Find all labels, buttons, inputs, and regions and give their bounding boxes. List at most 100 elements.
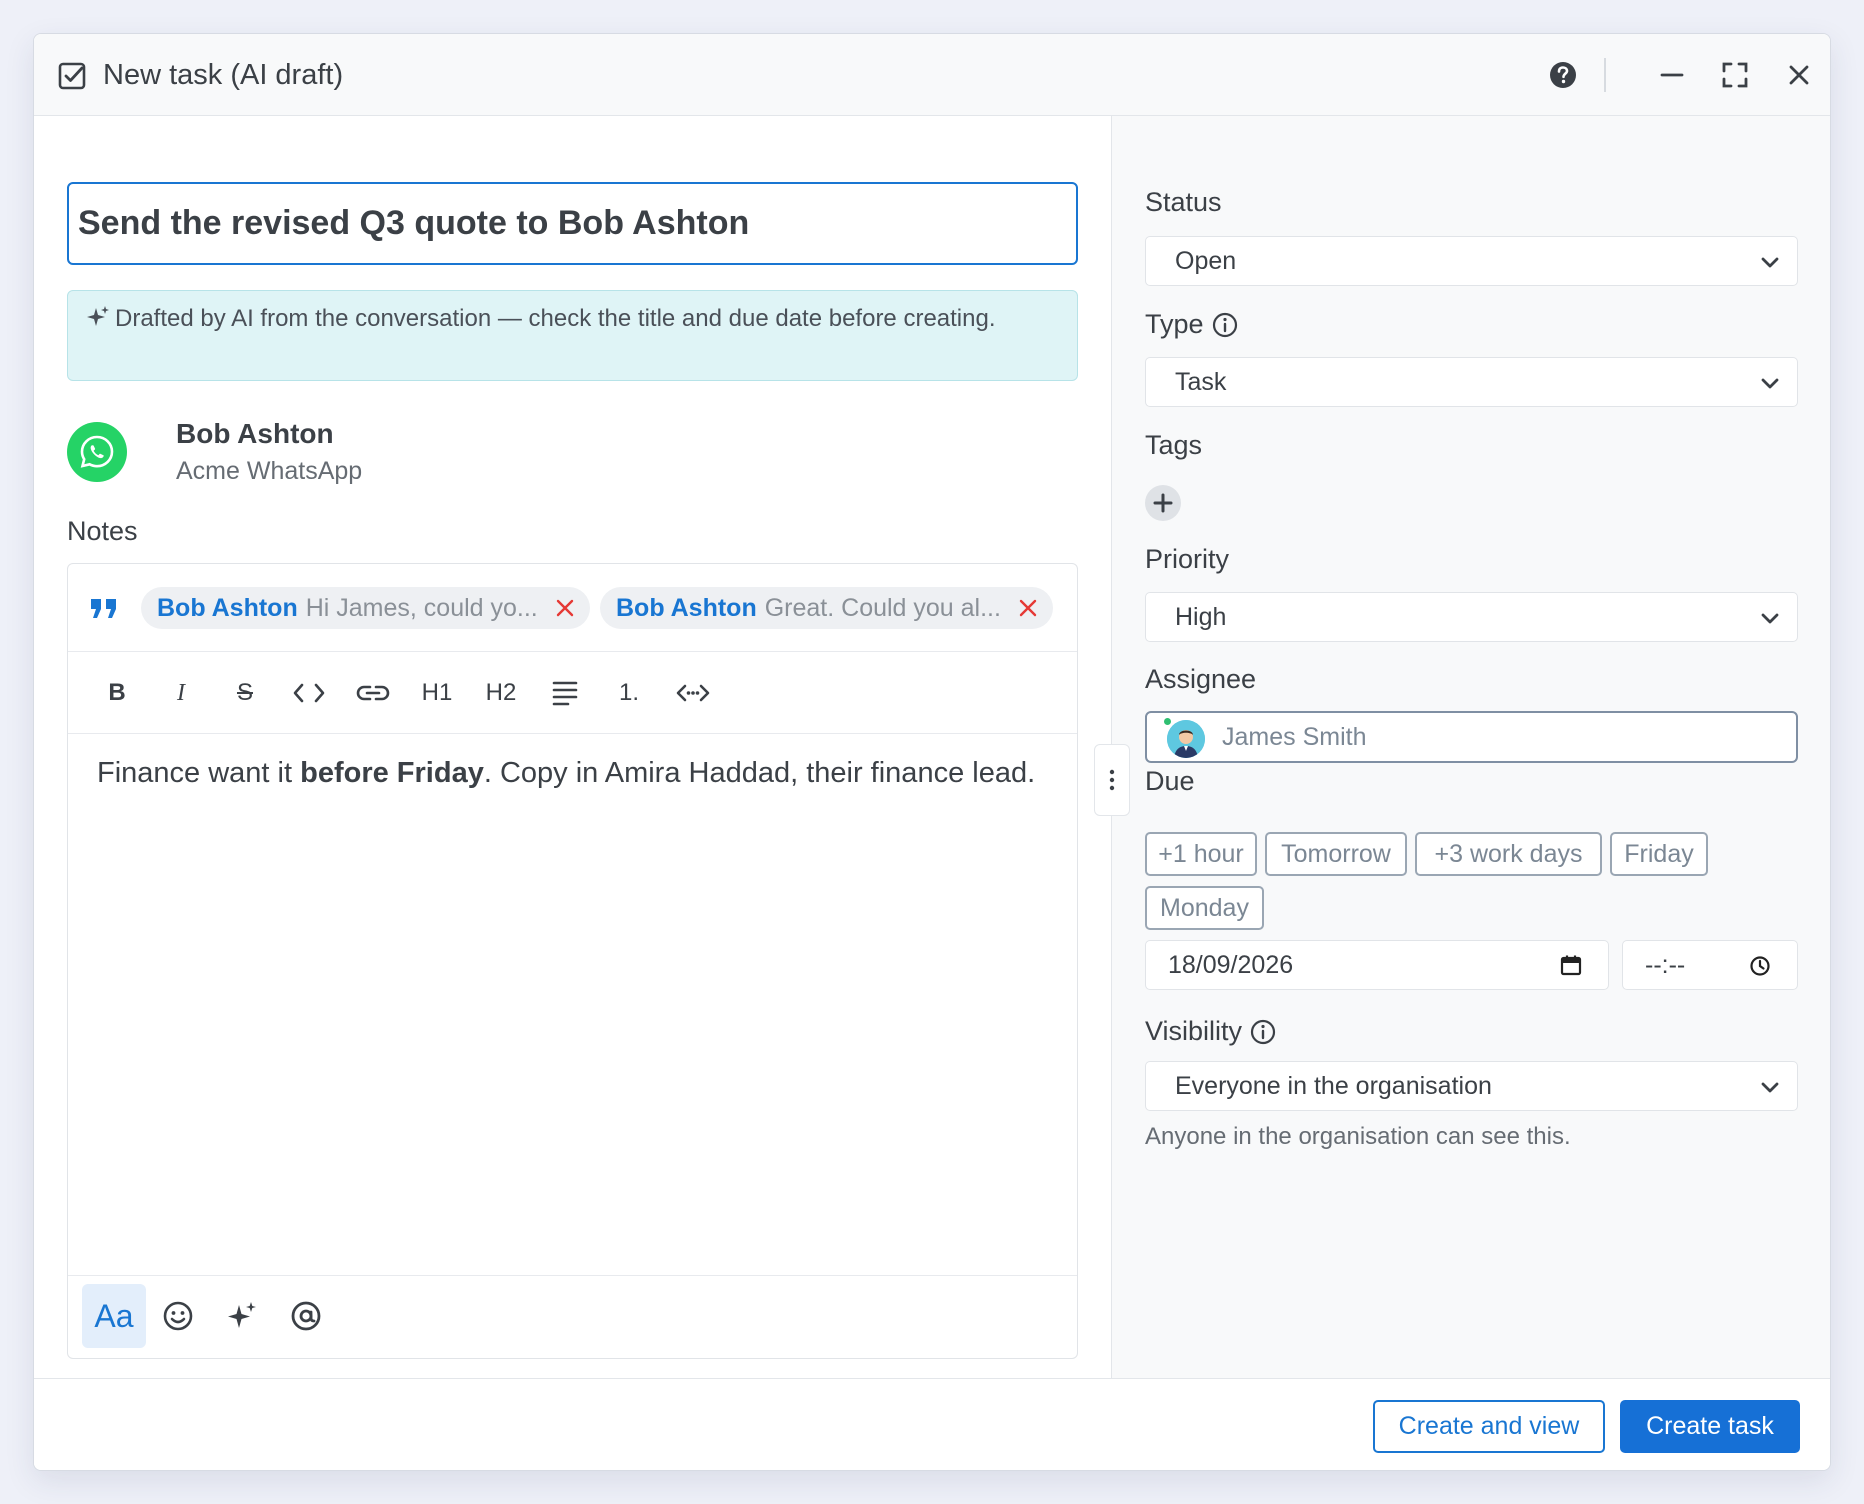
priority-value: High	[1175, 602, 1227, 631]
due-time-value: --:--	[1645, 950, 1686, 979]
header-divider	[1604, 58, 1606, 92]
text-format-button[interactable]: Aa	[82, 1284, 146, 1348]
chevron-down-icon	[1761, 613, 1779, 624]
code-icon	[293, 683, 325, 703]
type-label-text: Type	[1145, 309, 1204, 339]
emoji-icon	[163, 1301, 193, 1331]
visibility-help-text: Anyone in the organisation can see this.	[1145, 1123, 1571, 1150]
type-value: Task	[1175, 367, 1227, 396]
contact-channel: Acme WhatsApp	[176, 457, 363, 485]
heading1-button[interactable]: H1	[416, 672, 458, 714]
dialog-footer: Create and view Create task	[34, 1378, 1830, 1470]
dialog-title: New task (AI draft)	[103, 59, 344, 91]
emoji-button[interactable]	[146, 1284, 210, 1348]
assignee-label-text: Assignee	[1145, 664, 1257, 694]
status-label-text: Status	[1145, 187, 1222, 217]
due-plus-3-work-days-button[interactable]: +3 work days	[1415, 832, 1602, 876]
help-icon	[1550, 62, 1576, 88]
remove-quote-icon[interactable]	[554, 597, 576, 619]
dialog-header: New task (AI draft)	[34, 34, 1830, 116]
status-label: Status	[1145, 187, 1222, 218]
clock-icon[interactable]	[1749, 955, 1771, 977]
due-time-input[interactable]: --:--	[1622, 940, 1798, 990]
tags-label-text: Tags	[1145, 430, 1203, 460]
quote-excerpt: Great. Could you al...	[764, 593, 1001, 622]
editor-bottom-bar: Aa	[68, 1275, 1077, 1358]
contact-name: Bob Ashton	[176, 418, 334, 449]
sparkles-icon	[87, 306, 109, 326]
assignee-label: Assignee	[1145, 664, 1256, 695]
ai-banner-text: Drafted by AI from the conversation — ch…	[115, 305, 996, 332]
status-value: Open	[1175, 246, 1237, 275]
assignee-name: James Smith	[1222, 723, 1367, 751]
help-button[interactable]	[1542, 54, 1584, 96]
task-title-input[interactable]	[67, 182, 1078, 265]
more-vertical-icon	[1109, 769, 1115, 791]
italic-button[interactable]: I	[160, 672, 202, 714]
align-button[interactable]	[544, 672, 586, 714]
due-friday-button[interactable]: Friday	[1610, 832, 1708, 876]
task-main-panel: Drafted by AI from the conversation — ch…	[34, 116, 1110, 1378]
due-monday-button[interactable]: Monday	[1145, 886, 1264, 930]
close-icon	[1789, 65, 1809, 85]
due-date-input[interactable]: 18/09/2026	[1145, 940, 1609, 990]
at-sign-icon	[291, 1301, 321, 1331]
code-button[interactable]	[288, 672, 330, 714]
quoted-messages-row: Bob Ashton Hi James, could yo... Bob Ash…	[68, 564, 1077, 652]
chevron-down-icon	[1761, 1082, 1779, 1093]
due-tomorrow-button[interactable]: Tomorrow	[1265, 832, 1407, 876]
ai-assist-button[interactable]	[210, 1284, 274, 1348]
info-icon[interactable]	[1250, 1019, 1276, 1045]
notes-editor: Bob Ashton Hi James, could yo... Bob Ash…	[67, 563, 1078, 1359]
link-button[interactable]	[352, 672, 394, 714]
link-icon	[356, 685, 390, 701]
avatar	[1167, 720, 1205, 758]
whatsapp-icon	[67, 422, 127, 482]
calendar-icon[interactable]	[1560, 954, 1582, 976]
visibility-select[interactable]: Everyone in the organisation	[1145, 1061, 1798, 1111]
close-button[interactable]	[1778, 54, 1820, 96]
fullscreen-button[interactable]	[1714, 54, 1756, 96]
create-task-button[interactable]: Create task	[1620, 1400, 1800, 1453]
note-text-bold: before Friday	[300, 757, 484, 789]
due-plus-1-hour-button[interactable]: +1 hour	[1145, 832, 1257, 876]
checkbox-icon	[58, 62, 86, 90]
visibility-label: Visibility	[1145, 1016, 1276, 1047]
embed-icon	[676, 684, 710, 702]
note-body[interactable]: Finance want it before Friday. Copy in A…	[97, 752, 1047, 794]
quote-chip[interactable]: Bob Ashton Hi James, could yo...	[141, 587, 590, 629]
add-tag-button[interactable]	[1145, 485, 1181, 521]
bold-button[interactable]: B	[96, 672, 138, 714]
visibility-label-text: Visibility	[1145, 1016, 1243, 1046]
remove-quote-icon[interactable]	[1017, 597, 1039, 619]
quote-author: Bob Ashton	[616, 593, 757, 622]
quote-excerpt: Hi James, could yo...	[305, 593, 538, 622]
due-label: Due	[1145, 766, 1195, 797]
embed-button[interactable]	[672, 672, 714, 714]
note-text: . Copy in Amira Haddad, their finance le…	[483, 757, 1036, 789]
info-icon[interactable]	[1212, 312, 1238, 338]
mention-button[interactable]	[274, 1284, 338, 1348]
type-select[interactable]: Task	[1145, 357, 1798, 407]
panel-resize-handle[interactable]	[1094, 744, 1130, 816]
status-select[interactable]: Open	[1145, 236, 1798, 286]
notes-label: Notes	[67, 516, 138, 546]
strikethrough-button[interactable]: S	[224, 672, 266, 714]
priority-label-text: Priority	[1145, 544, 1230, 574]
online-status-dot	[1162, 716, 1173, 727]
ordered-list-button[interactable]: 1.	[608, 672, 650, 714]
chevron-down-icon	[1761, 378, 1779, 389]
task-properties-panel: Status Open Type Task Tags Priority High…	[1111, 116, 1830, 1378]
priority-select[interactable]: High	[1145, 592, 1798, 642]
heading2-button[interactable]: H2	[480, 672, 522, 714]
fullscreen-icon	[1722, 62, 1748, 88]
quote-chip[interactable]: Bob Ashton Great. Could you al...	[600, 587, 1053, 629]
assignee-field[interactable]: James Smith	[1145, 711, 1798, 763]
minimize-icon	[1660, 73, 1684, 77]
sparkles-icon	[228, 1302, 256, 1328]
plus-icon	[1153, 493, 1173, 513]
create-and-view-button[interactable]: Create and view	[1373, 1400, 1605, 1453]
priority-label: Priority	[1145, 544, 1229, 575]
minimize-button[interactable]	[1651, 54, 1693, 96]
new-task-dialog: New task (AI draft) Send the revised Q3 …	[33, 33, 1831, 1471]
